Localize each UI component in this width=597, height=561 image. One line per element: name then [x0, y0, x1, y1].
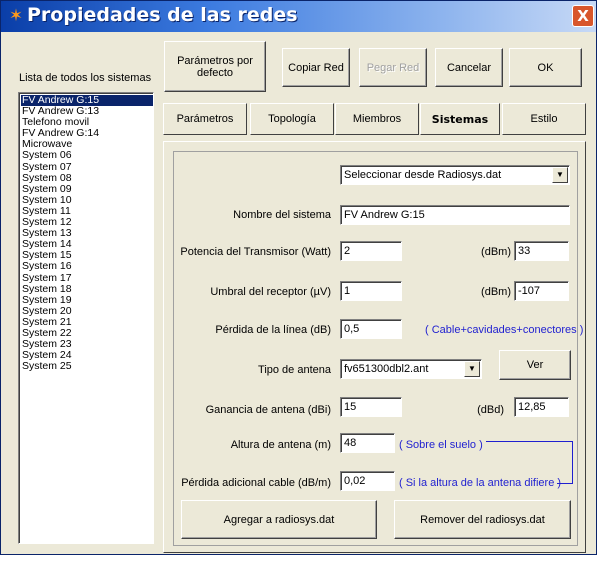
system-name-input[interactable]: FV Andrew G:15: [340, 205, 570, 225]
antenna-height-note: ( Sobre el suelo ): [399, 439, 483, 451]
title-bar[interactable]: ✶ Propiedades de las redes X: [1, 1, 596, 32]
ok-button[interactable]: OK: [509, 48, 582, 87]
list-item[interactable]: System 07: [21, 161, 153, 173]
extra-loss-label: Pérdida adicional cable (dB/m): [181, 477, 331, 489]
tab-parametros[interactable]: Parámetros: [163, 103, 247, 135]
antenna-gain-label: Ganancia de antena (dBi): [205, 404, 331, 416]
tx-power-label: Potencia del Transmisor (Watt): [180, 246, 331, 258]
list-item[interactable]: System 06: [21, 150, 153, 161]
view-antenna-button[interactable]: Ver: [499, 350, 571, 380]
list-item[interactable]: System 17: [21, 272, 153, 284]
tab-topologia[interactable]: Topología: [250, 103, 334, 135]
antenna-type-label: Tipo de antena: [258, 364, 331, 376]
remove-from-radiosys-button[interactable]: Remover del radiosys.dat: [394, 500, 571, 539]
window-title: Propiedades de las redes: [27, 4, 298, 26]
source-select[interactable]: Seleccionar desde Radiosys.dat ▼: [340, 165, 570, 185]
extra-loss-note: ( Si la altura de la antena difiere ): [399, 477, 562, 489]
chevron-down-icon[interactable]: ▼: [464, 361, 480, 377]
antenna-gain-dbd-label: (dBd): [477, 404, 504, 416]
system-name-label: Nombre del sistema: [233, 209, 331, 221]
defaults-button[interactable]: Parámetros por defecto: [164, 41, 266, 92]
tab-estilo[interactable]: Estilo: [502, 103, 586, 135]
cancel-button[interactable]: Cancelar: [435, 48, 503, 87]
antenna-type-value: fv651300dbl2.ant: [344, 363, 429, 375]
antenna-height-label: Altura de antena (m): [230, 439, 331, 451]
systems-list-label: Lista de todos los sistemas: [19, 72, 152, 84]
systems-listbox[interactable]: FV Andrew G:15 FV Andrew G:13 Telefono mov…: [18, 92, 154, 544]
copy-network-button[interactable]: Copiar Red: [282, 48, 350, 87]
antenna-gain-dbi-input[interactable]: 15: [340, 397, 402, 417]
close-button[interactable]: X: [572, 5, 594, 27]
antenna-gain-dbd-input[interactable]: 12,85: [514, 397, 569, 417]
bracket-line: [486, 441, 573, 463]
line-loss-label: Pérdida de la línea (dB): [215, 324, 331, 336]
antenna-height-input[interactable]: 48: [340, 433, 395, 453]
tab-sistemas[interactable]: Sistemas: [420, 103, 500, 135]
paste-network-button[interactable]: Pegar Red: [359, 48, 427, 87]
source-select-value: Seleccionar desde Radiosys.dat: [344, 169, 502, 181]
rx-threshold-dbm-input[interactable]: -107: [514, 281, 569, 301]
red-network-icon: ✶: [8, 6, 24, 25]
line-loss-input[interactable]: 0,5: [340, 319, 402, 339]
antenna-type-select[interactable]: fv651300dbl2.ant ▼: [340, 359, 482, 379]
rx-threshold-label: Umbral del receptor (µV): [210, 286, 331, 298]
list-item[interactable]: System 16: [21, 261, 153, 272]
chevron-down-icon[interactable]: ▼: [552, 167, 568, 183]
line-loss-note: ( Cable+cavidades+conectores ): [425, 324, 584, 336]
extra-loss-input[interactable]: 0,02: [340, 471, 395, 491]
tx-power-dbm-label: (dBm): [481, 246, 511, 258]
add-to-radiosys-button[interactable]: Agregar a radiosys.dat: [181, 500, 377, 539]
tx-power-watt-input[interactable]: 2: [340, 241, 402, 261]
rx-threshold-dbm-label: (dBm): [481, 286, 511, 298]
rx-threshold-uv-input[interactable]: 1: [340, 281, 402, 301]
properties-window: ✶ Propiedades de las redes X Parámetros …: [0, 0, 597, 555]
tx-power-dbm-input[interactable]: 33: [514, 241, 569, 261]
list-item[interactable]: System 25: [21, 361, 153, 372]
tab-miembros[interactable]: Miembros: [335, 103, 419, 135]
